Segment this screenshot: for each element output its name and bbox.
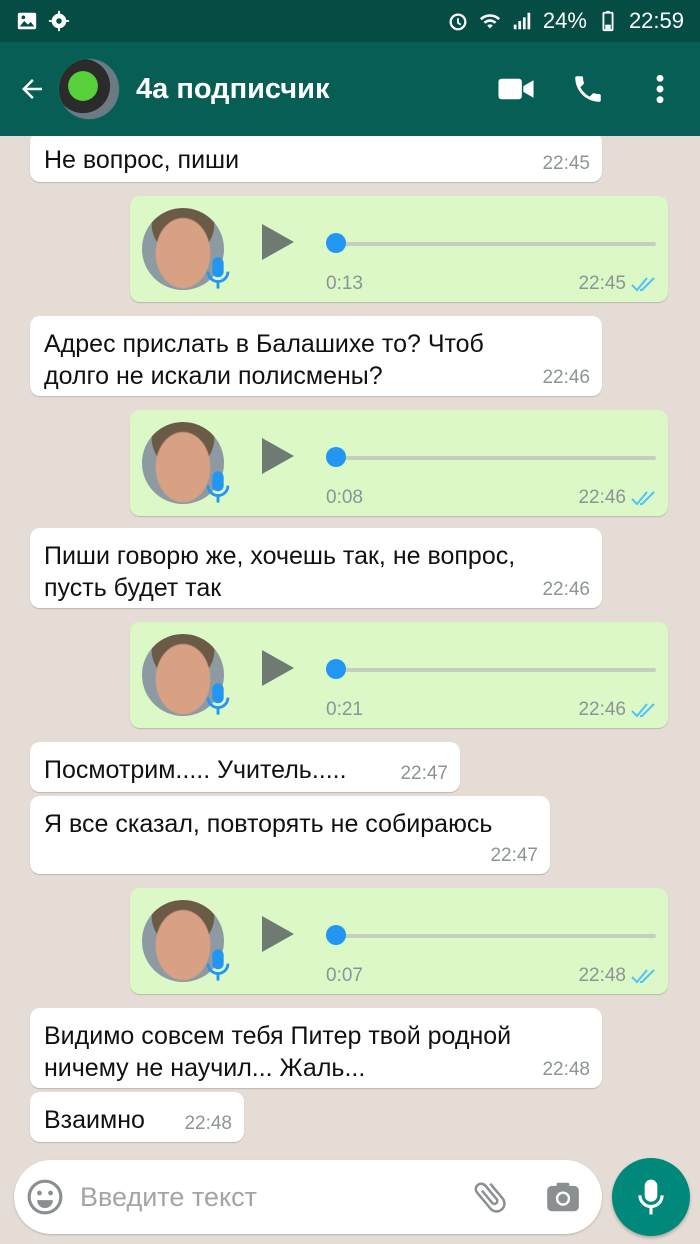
incoming-text-message[interactable]: Пиши говорю же, хочешь так, не вопрос, п… xyxy=(30,528,602,608)
incoming-text-message[interactable]: Адрес прислать в Балашихе то? Чтоб долго… xyxy=(30,316,602,396)
outgoing-voice-message[interactable]: 0:13 22:45 xyxy=(130,196,668,302)
voice-progress-track[interactable] xyxy=(326,668,656,672)
incoming-text-message[interactable]: Не вопрос, пиши 22:45 xyxy=(30,136,602,182)
incoming-text-message[interactable]: Взаимно 22:48 xyxy=(30,1092,244,1142)
read-double-check-icon xyxy=(631,491,655,506)
status-bar: 24% 22:59 xyxy=(0,0,700,42)
voice-duration: 0:07 xyxy=(326,965,363,986)
message-text: Я все сказал, повторять не собираюсь xyxy=(44,810,493,838)
clock: 22:59 xyxy=(628,8,684,33)
chat-header: 4а подписчик xyxy=(0,42,700,136)
incoming-text-message[interactable]: Посмотрим..... Учитель..... 22:47 xyxy=(30,742,460,792)
microphone-icon xyxy=(206,471,230,503)
outgoing-voice-message[interactable]: 0:08 22:46 xyxy=(130,410,668,516)
message-text: Не вопрос, пиши xyxy=(44,146,240,174)
message-time: 22:45 xyxy=(578,273,626,294)
gallery-icon xyxy=(17,12,37,30)
message-text: Пиши говорю же, хочешь так, не вопрос, п… xyxy=(44,542,516,602)
voice-duration: 0:08 xyxy=(326,487,363,508)
play-icon[interactable] xyxy=(260,914,296,954)
voice-progress-knob[interactable] xyxy=(326,447,346,467)
read-double-check-icon xyxy=(631,277,655,292)
alarm-icon xyxy=(449,13,467,31)
more-options-button[interactable] xyxy=(630,59,690,119)
message-time: 22:48 xyxy=(542,1059,590,1080)
play-icon[interactable] xyxy=(260,222,296,262)
voice-progress-knob[interactable] xyxy=(326,925,346,945)
message-time: 22:45 xyxy=(542,153,590,174)
play-icon[interactable] xyxy=(260,436,296,476)
emoji-icon[interactable] xyxy=(26,1178,64,1216)
microphone-icon xyxy=(206,683,230,715)
message-list[interactable]: Не вопрос, пиши 22:45 0:13 22:45 Адрес п… xyxy=(0,136,700,1158)
message-time: 22:48 xyxy=(578,965,626,986)
phone-call-icon xyxy=(575,76,601,102)
message-time: 22:46 xyxy=(542,367,590,388)
message-text: Адрес прислать в Балашихе то? Чтоб долго… xyxy=(44,330,484,390)
back-arrow-icon xyxy=(22,79,42,99)
outgoing-voice-message[interactable]: 0:07 22:48 xyxy=(130,888,668,994)
message-text: Взаимно xyxy=(44,1106,145,1134)
microphone-icon xyxy=(638,1179,664,1215)
contact-avatar[interactable] xyxy=(58,58,120,120)
battery-icon xyxy=(602,10,614,32)
microphone-icon xyxy=(206,257,230,289)
play-icon[interactable] xyxy=(260,648,296,688)
phone-call-button[interactable] xyxy=(558,59,618,119)
more-vertical-icon xyxy=(656,74,664,104)
outgoing-voice-message[interactable]: 0:21 22:46 xyxy=(130,622,668,728)
message-text: Видимо совсем тебя Питер твой родной нич… xyxy=(44,1022,512,1082)
message-time: 22:47 xyxy=(400,763,448,784)
message-text: Посмотрим..... Учитель..... xyxy=(44,756,347,784)
voice-progress-track[interactable] xyxy=(326,456,656,460)
message-input[interactable] xyxy=(80,1172,460,1222)
read-double-check-icon xyxy=(631,969,655,984)
incoming-text-message[interactable]: Видимо совсем тебя Питер твой родной нич… xyxy=(30,1008,602,1088)
incoming-text-message[interactable]: Я все сказал, повторять не собираюсь 22:… xyxy=(30,796,550,874)
voice-duration: 0:21 xyxy=(326,699,363,720)
message-time: 22:46 xyxy=(578,487,626,508)
message-time: 22:46 xyxy=(578,699,626,720)
voice-progress-knob[interactable] xyxy=(326,659,346,679)
signal-icon xyxy=(513,12,531,30)
contact-name[interactable]: 4а подписчик xyxy=(136,73,474,106)
message-time: 22:46 xyxy=(542,579,590,600)
microphone-icon xyxy=(206,949,230,981)
video-call-icon xyxy=(498,78,534,100)
voice-progress-track[interactable] xyxy=(326,242,656,246)
message-composer xyxy=(14,1160,602,1234)
voice-duration: 0:13 xyxy=(326,273,363,294)
voice-progress-track[interactable] xyxy=(326,934,656,938)
message-time: 22:48 xyxy=(184,1113,232,1134)
voice-progress-knob[interactable] xyxy=(326,233,346,253)
back-button[interactable] xyxy=(10,67,54,111)
read-double-check-icon xyxy=(631,703,655,718)
attach-paperclip-icon[interactable] xyxy=(470,1176,510,1218)
message-time: 22:47 xyxy=(490,845,538,866)
camera-icon[interactable] xyxy=(544,1178,582,1216)
settings-gear-icon xyxy=(48,10,70,32)
record-voice-button[interactable] xyxy=(612,1158,690,1236)
video-call-button[interactable] xyxy=(486,59,546,119)
wifi-icon xyxy=(479,14,500,29)
battery-percent: 24% xyxy=(542,8,587,33)
